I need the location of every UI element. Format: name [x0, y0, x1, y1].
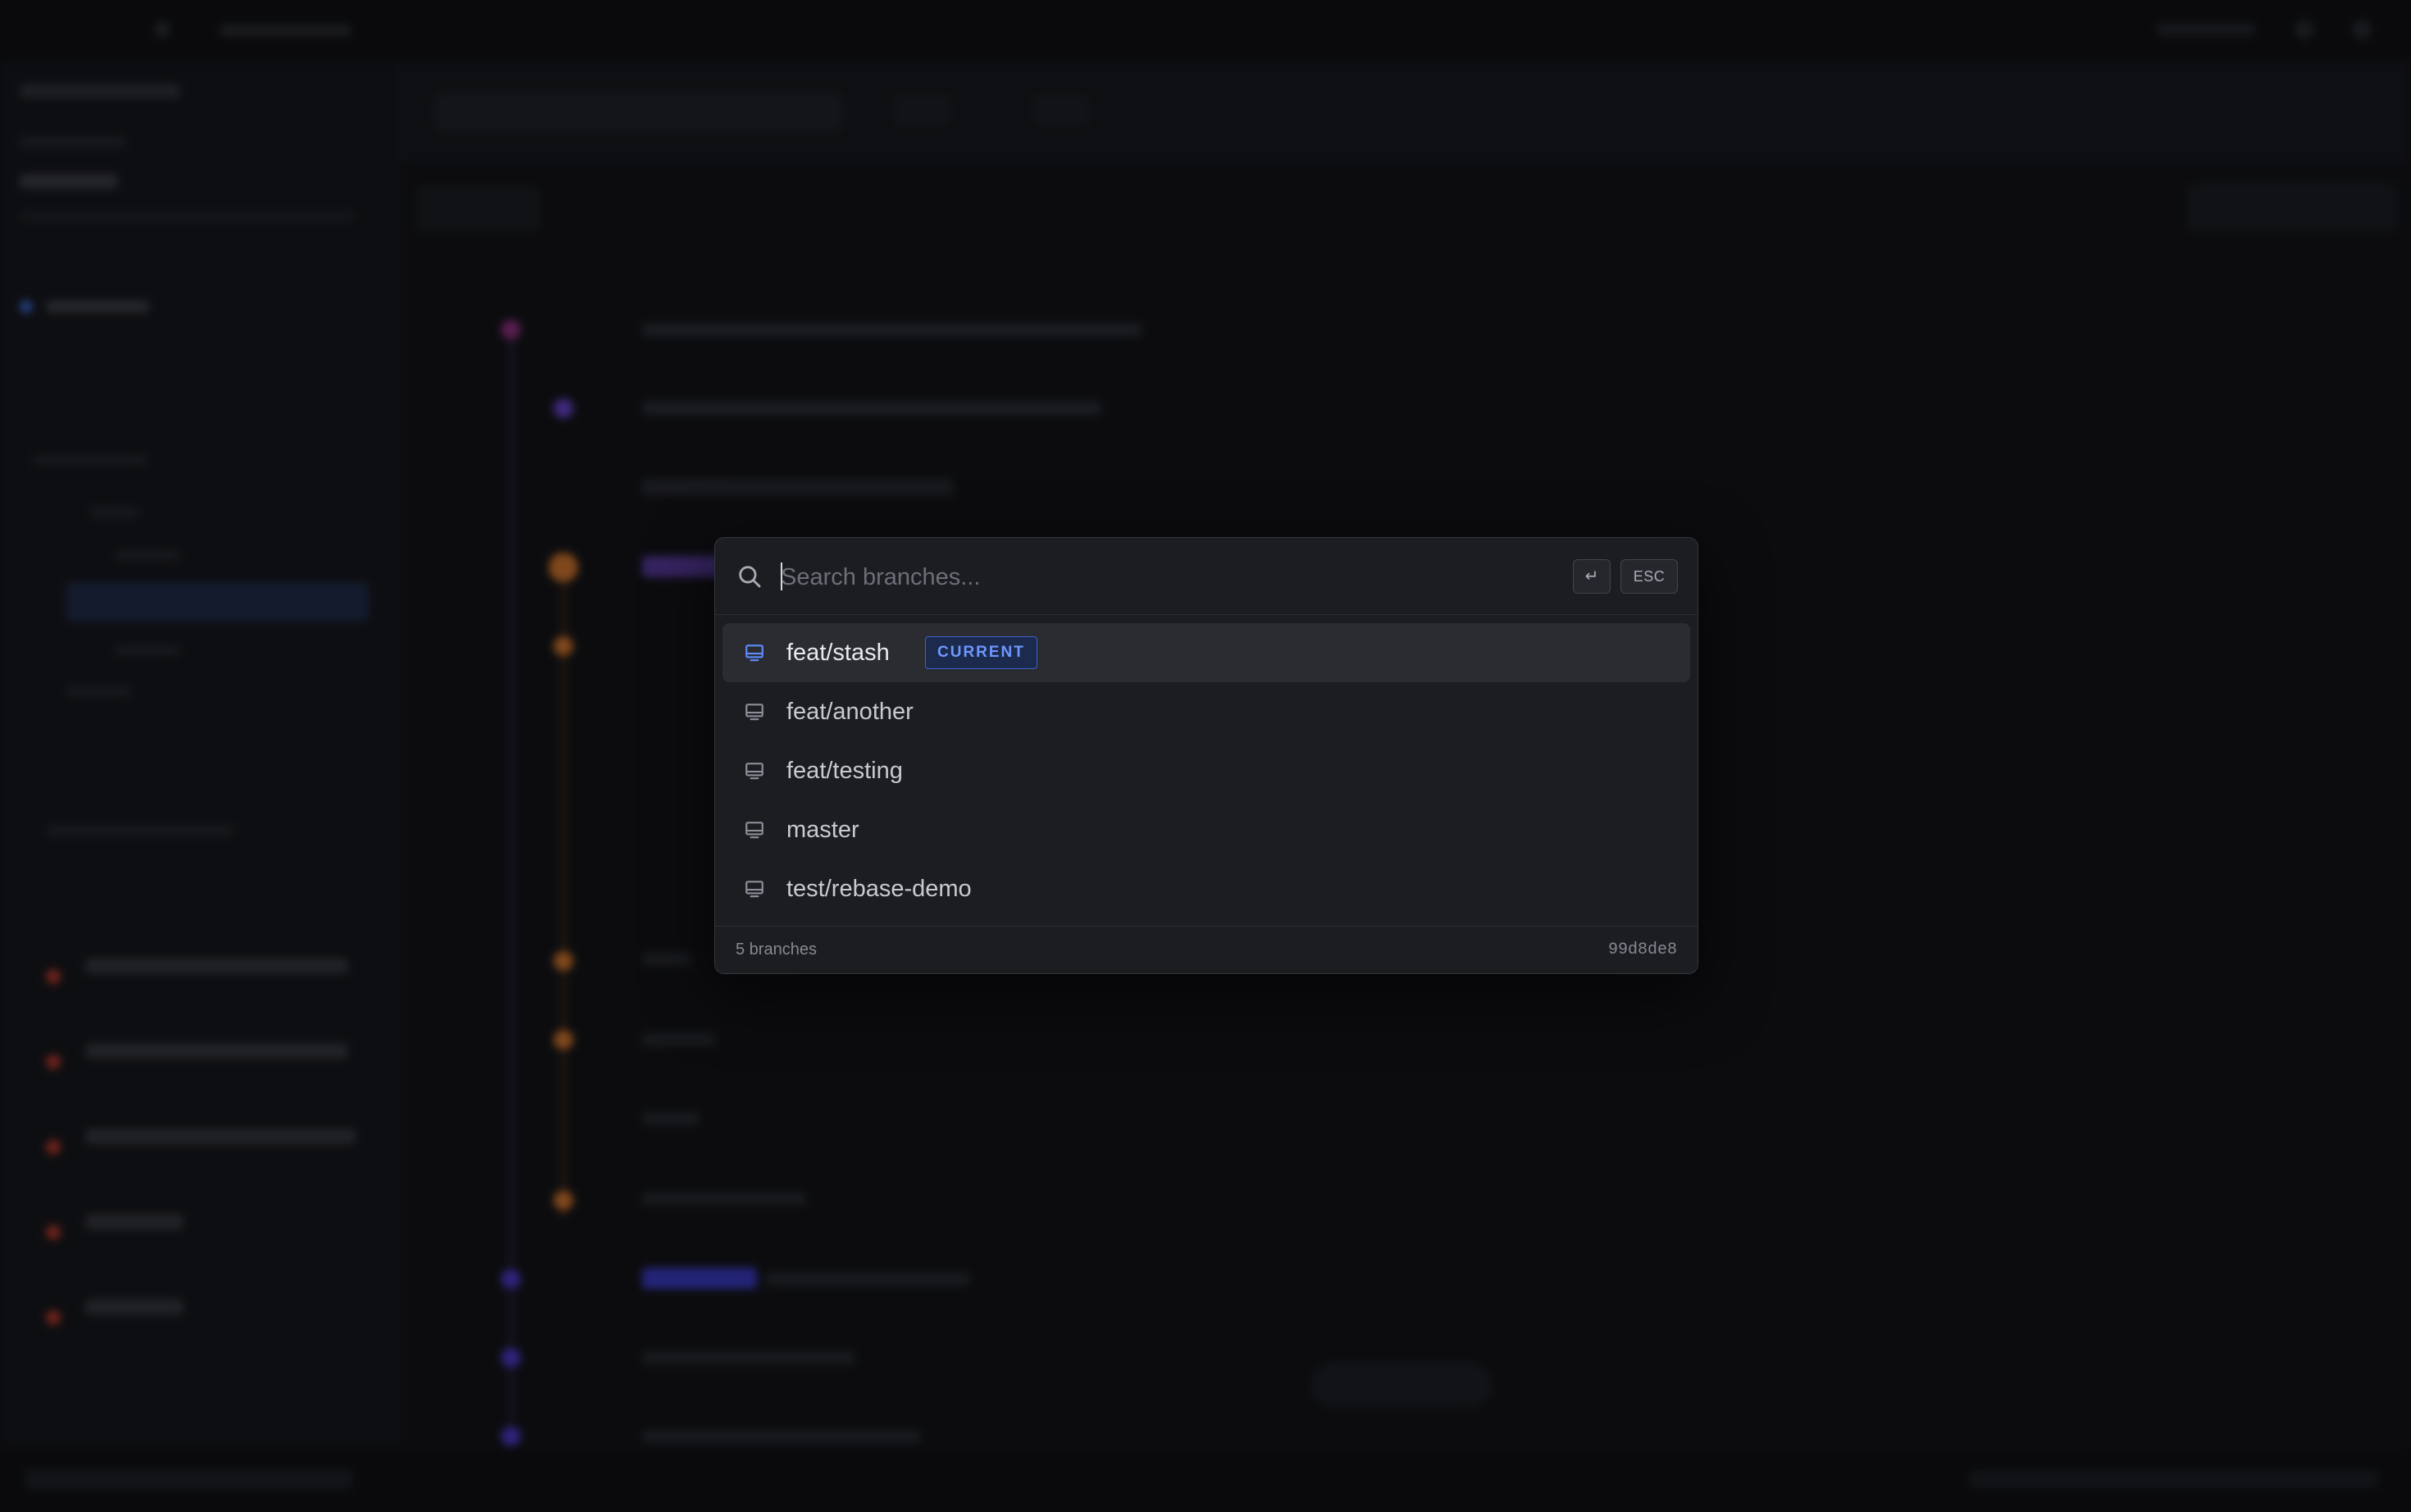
- branch-count: 5 branches: [736, 940, 817, 959]
- branch-name: test/rebase-demo: [786, 876, 972, 902]
- branch-item-test-rebase-demo[interactable]: test/rebase-demo: [722, 859, 1690, 918]
- commit-hash: 99d8de8: [1607, 940, 1677, 959]
- enter-key-hint: ↵: [1573, 559, 1611, 594]
- branch-item-feat-another[interactable]: feat/another: [722, 682, 1690, 741]
- current-badge: CURRENT: [925, 636, 1037, 669]
- branch-name: feat/stash: [786, 640, 890, 666]
- search-icon: [739, 566, 761, 588]
- branch-monitor-icon: [745, 881, 763, 898]
- branch-switcher-modal: ↵ ESC feat/stash CURRENT feat/another: [714, 537, 1698, 974]
- branch-monitor-icon: [745, 763, 763, 780]
- branch-item-master[interactable]: master: [722, 800, 1690, 859]
- branch-name: feat/testing: [786, 758, 903, 784]
- branch-monitor-icon: [745, 704, 763, 721]
- branch-item-feat-testing[interactable]: feat/testing: [722, 741, 1690, 800]
- branch-list: feat/stash CURRENT feat/another feat/tes…: [722, 623, 1690, 918]
- esc-key-hint[interactable]: ESC: [1620, 559, 1678, 594]
- search-row: ↵ ESC: [715, 538, 1698, 615]
- modal-footer: 5 branches 99d8de8: [715, 926, 1698, 973]
- branch-monitor-icon: [745, 644, 763, 662]
- branch-item-feat-stash[interactable]: feat/stash CURRENT: [722, 623, 1690, 682]
- branch-name: master: [786, 817, 859, 843]
- branch-search-input[interactable]: [779, 556, 1455, 599]
- branch-monitor-icon: [745, 822, 763, 839]
- text-cursor: [781, 562, 782, 590]
- branch-name: feat/another: [786, 699, 914, 725]
